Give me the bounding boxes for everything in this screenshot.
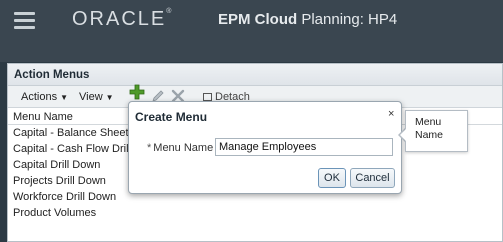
tooltip-line-2: Name	[415, 129, 444, 141]
create-menu-dialog: Create Menu × *Menu Name OK Cancel	[128, 101, 402, 194]
logo-text: ORACLE	[72, 8, 167, 30]
menu-name-tooltip: Menu Name	[405, 110, 468, 152]
menu-name-label-text: Menu Name	[153, 142, 214, 154]
chevron-down-icon: ▼	[105, 93, 114, 102]
chevron-down-icon: ▼	[60, 93, 68, 102]
ok-button[interactable]: OK	[318, 168, 346, 188]
view-label: View	[79, 91, 103, 103]
close-icon[interactable]: ×	[388, 108, 394, 120]
add-icon[interactable]	[129, 84, 145, 100]
detach-icon	[203, 93, 212, 101]
tooltip-arrow-fill	[400, 129, 406, 141]
tooltip-line-1: Menu	[415, 116, 442, 128]
app-title: EPM Cloud Planning: HP4	[218, 11, 397, 28]
oracle-logo: ORACLE®	[72, 8, 171, 31]
actions-menu[interactable]: Actions ▼	[21, 91, 68, 103]
view-menu[interactable]: View ▼	[79, 91, 114, 103]
cancel-button[interactable]: Cancel	[350, 168, 395, 188]
app-title-app: Planning: HP4	[297, 11, 398, 28]
app-header: ORACLE® EPM Cloud Planning: HP4	[0, 0, 503, 62]
menu-name-label: * Menu Name	[147, 142, 213, 154]
registered-mark: ®	[166, 8, 172, 15]
panel-title: Action Menus	[8, 64, 502, 86]
required-marker: *	[147, 142, 152, 154]
actions-label: Actions	[21, 91, 58, 103]
app-title-product: EPM Cloud	[218, 11, 298, 28]
menu-icon[interactable]	[14, 12, 35, 29]
dialog-title: Create Menu	[135, 110, 208, 124]
table-row[interactable]: Product Volumes	[8, 205, 502, 221]
menu-name-input[interactable]	[215, 138, 393, 156]
